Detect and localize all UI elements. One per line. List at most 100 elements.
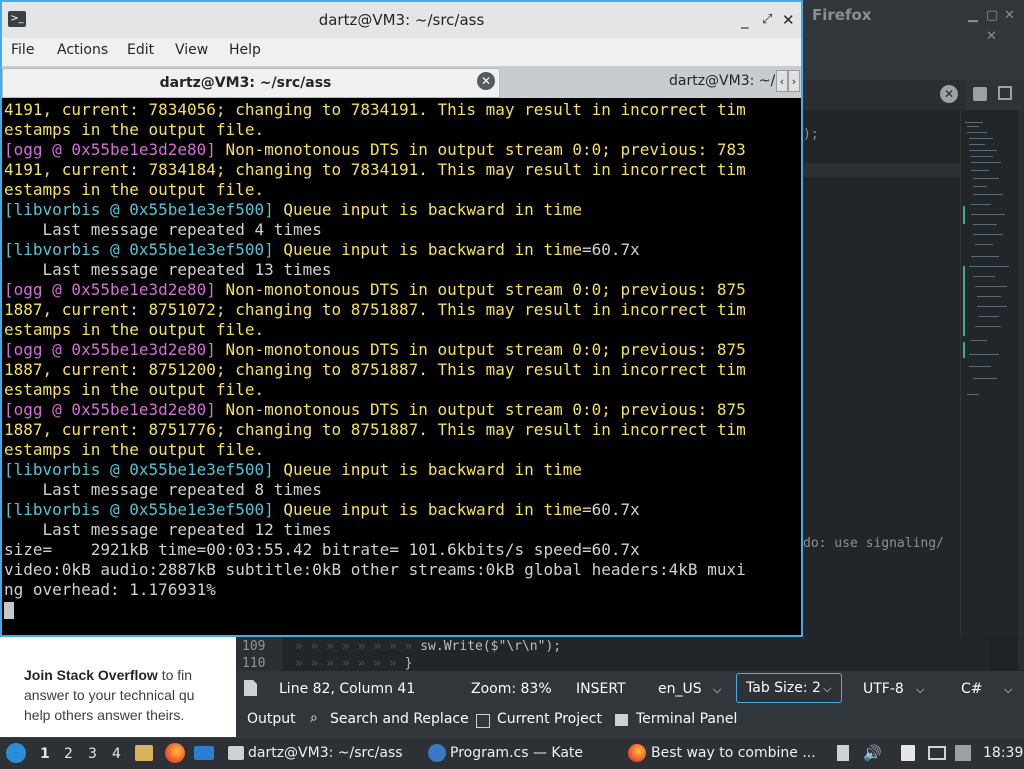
terminal-line: video:0kB audio:2887kB subtitle:0kB othe… (4, 560, 799, 580)
line-number: 109 (242, 639, 266, 654)
terminal-line: Last message repeated 4 times (4, 220, 799, 240)
terminal-text: [ogg @ 0x55be1e3d2e80] (4, 400, 216, 419)
dictionary-select[interactable]: en_US (658, 681, 702, 697)
terminal-text: [ogg @ 0x55be1e3d2e80] (4, 280, 216, 299)
terminal-text: 4191, current: 7834056; changing to 7834… (4, 100, 746, 119)
volume-icon[interactable]: 🔊 (863, 744, 882, 762)
menu-file[interactable]: File (11, 42, 34, 58)
terminal-output[interactable]: 4191, current: 7834056; changing to 7834… (4, 100, 799, 635)
terminal-text: Queue input is backward in time (273, 460, 582, 479)
kate-current-line-highlight (803, 163, 960, 177)
tab-scroll-left-button[interactable]: ‹ (776, 70, 788, 92)
firefox-maximize-button[interactable]: ▢ (986, 8, 998, 23)
terminal-text: estamps in the output file. (4, 180, 265, 199)
tab-scroll-right-button[interactable]: › (788, 70, 800, 92)
terminal-text: Last message repeated 13 times (4, 260, 332, 279)
input-mode[interactable]: INSERT (576, 681, 626, 697)
display-icon[interactable] (928, 746, 946, 760)
desktop-1[interactable]: 1 (40, 746, 50, 762)
menu-view[interactable]: View (175, 42, 208, 58)
terminal-line: 4191, current: 7834184; changing to 7834… (4, 160, 799, 180)
terminal-line: [ogg @ 0x55be1e3d2e80] Non-monotonous DT… (4, 280, 799, 300)
current-project-panel-button[interactable]: Current Project (497, 711, 602, 727)
menu-help[interactable]: Help (229, 42, 261, 58)
terminal-titlebar[interactable]: >_ dartz@VM3: ~/src/ass _ ⤢ ✕ (2, 2, 801, 38)
terminal-text: Non-monotonous DTS in output stream 0:0;… (215, 140, 746, 159)
terminal-text: [ogg @ 0x55be1e3d2e80] (4, 140, 216, 159)
task-terminal[interactable]: dartz@VM3: ~/src/ass (248, 745, 403, 761)
terminal-text: 1887, current: 8751776; changing to 8751… (4, 420, 746, 439)
code-line: » » » » » » » » sw.Write($"\r\n"); (295, 639, 562, 654)
firefox-close-button[interactable]: ✕ (1004, 8, 1015, 23)
chevron-down-icon: ⌵ (713, 683, 722, 696)
join-heading[interactable]: Join Stack Overflow (24, 667, 158, 683)
maximize-button[interactable]: ⤢ (762, 11, 772, 29)
syntax-select[interactable]: C# (961, 681, 983, 697)
join-text-1: to fin (157, 667, 193, 683)
firefox-title: Firefox (812, 6, 872, 24)
terminal-line: Last message repeated 8 times (4, 480, 799, 500)
code-text: sw.Write($"\r\n"); (420, 639, 562, 654)
chevron-down-icon: ⌵ (1004, 683, 1013, 696)
task-firefox[interactable]: Best way to combine ... (651, 745, 816, 761)
tab-inactive-label[interactable]: dartz@VM3: ~/ (669, 73, 775, 89)
kate-tab-close-icon[interactable]: ✕ (940, 85, 958, 103)
clock[interactable]: 18:39 (983, 745, 1023, 761)
menu-actions[interactable]: Actions (57, 42, 108, 58)
kate-vertical-scrollbar[interactable] (1018, 110, 1024, 670)
clipboard-icon[interactable] (837, 745, 849, 761)
terminal-text: Non-monotonous DTS in output stream 0:0;… (215, 400, 746, 419)
desktop-4[interactable]: 4 (112, 746, 121, 762)
terminal-line: 1887, current: 8751200; changing to 8751… (4, 360, 799, 380)
terminal-text: [libvorbis @ 0x55be1e3ef500] (4, 240, 274, 259)
terminal-text: Queue input is backward in time (273, 240, 582, 259)
zoom-level[interactable]: Zoom: 83% (471, 681, 552, 697)
kate-toolbar-icons (965, 80, 1024, 110)
terminal-text: [libvorbis @ 0x55be1e3ef500] (4, 500, 274, 519)
terminal-text: Non-monotonous DTS in output stream 0:0;… (215, 280, 746, 299)
search-replace-panel-button[interactable]: Search and Replace (330, 711, 469, 727)
kate-editor-area[interactable] (803, 110, 960, 637)
firefox-icon[interactable] (165, 743, 185, 763)
split-view-icon[interactable] (973, 87, 987, 101)
terminal-task-icon (228, 746, 244, 760)
terminal-line: estamps in the output file. (4, 180, 799, 200)
kate-minimap[interactable] (960, 110, 1019, 637)
terminal-text: estamps in the output file. (4, 120, 265, 139)
tab-size-select[interactable]: Tab Size: 2 ⌵ (736, 673, 842, 703)
encoding-select[interactable]: UTF-8 (863, 681, 904, 697)
terminal-menubar: File Actions Edit View Help (2, 38, 801, 66)
network-icon[interactable] (955, 745, 971, 761)
tab-close-icon[interactable]: ✕ (477, 72, 495, 90)
cursor-position[interactable]: Line 82, Column 41 (279, 681, 415, 697)
terminal-line: [ogg @ 0x55be1e3d2e80] Non-monotonous DT… (4, 340, 799, 360)
desktop-2[interactable]: 2 (64, 746, 73, 762)
terminal-line: [ogg @ 0x55be1e3d2e80] Non-monotonous DT… (4, 140, 799, 160)
tab-active[interactable]: dartz@VM3: ~/src/ass (2, 68, 500, 98)
output-panel-button[interactable]: Output (247, 711, 296, 727)
terminal-line: estamps in the output file. (4, 320, 799, 340)
panel-layout-icon[interactable] (998, 86, 1012, 100)
terminal-line: estamps in the output file. (4, 380, 799, 400)
task-kate[interactable]: Program.cs — Kate (450, 745, 583, 761)
menu-edit[interactable]: Edit (127, 42, 154, 58)
code-line: » » » » » » » } (295, 656, 413, 671)
terminal-text: =60.7x (581, 500, 640, 519)
show-desktop-icon[interactable] (194, 746, 214, 760)
notes-icon[interactable] (901, 745, 915, 761)
terminal-panel-button[interactable]: Terminal Panel (636, 711, 737, 727)
window-title: dartz@VM3: ~/src/ass (318, 11, 485, 29)
chevron-down-icon: ⌵ (916, 683, 925, 696)
terminal-text: Last message repeated 8 times (4, 480, 322, 499)
project-icon (476, 714, 490, 728)
app-launcher-icon[interactable] (6, 743, 26, 763)
terminal-text: Last message repeated 12 times (4, 520, 332, 539)
firefox-tab-close-icon[interactable]: ✕ (986, 29, 997, 44)
terminal-line: 1887, current: 8751776; changing to 8751… (4, 420, 799, 440)
firefox-minimize-button[interactable]: ▁ (968, 8, 978, 23)
close-button[interactable]: ✕ (782, 11, 795, 29)
minimize-button[interactable]: _ (741, 11, 749, 29)
desktop-3[interactable]: 3 (88, 746, 97, 762)
terminal-line: Last message repeated 12 times (4, 520, 799, 540)
file-manager-icon[interactable] (135, 745, 153, 761)
